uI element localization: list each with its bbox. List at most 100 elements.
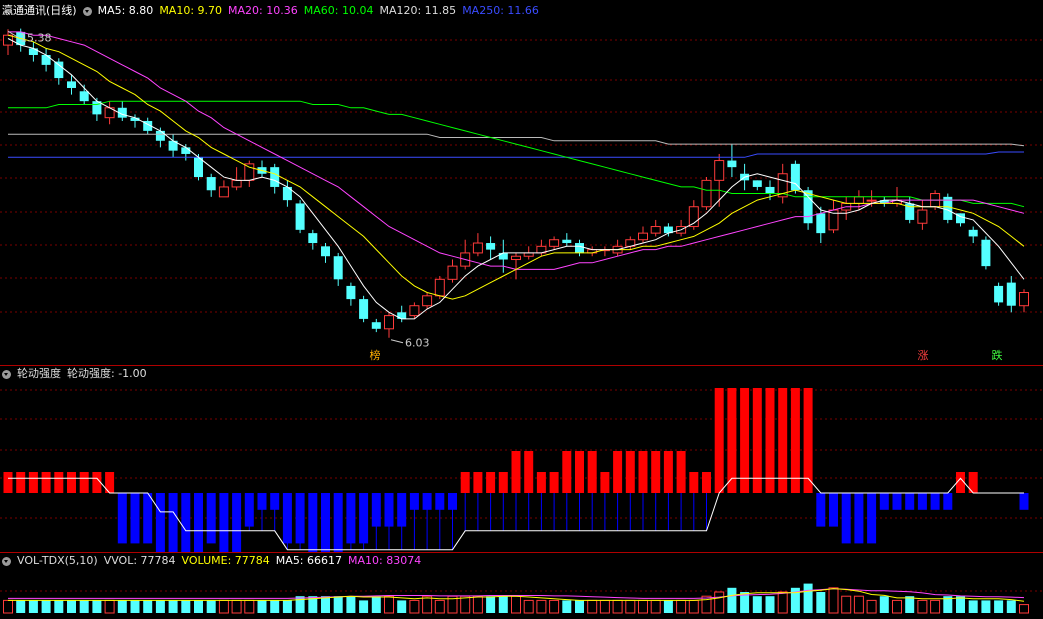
volume-bar-up bbox=[244, 599, 255, 614]
volume-bar-down bbox=[346, 596, 356, 613]
volume-bar-down bbox=[803, 583, 813, 613]
indicator-bar-negative bbox=[892, 493, 902, 510]
candle-up bbox=[422, 295, 433, 307]
collapse-arrow-icon[interactable] bbox=[2, 556, 11, 566]
indicator-bar-positive bbox=[575, 451, 584, 493]
volume-bar-up bbox=[422, 595, 433, 614]
volume-bar-up bbox=[409, 599, 420, 614]
candle-up bbox=[650, 226, 661, 234]
volume-bar-down bbox=[67, 600, 76, 613]
indicator-bar-positive bbox=[663, 451, 673, 493]
indicator-bar-positive bbox=[740, 388, 750, 493]
indicator-bar-positive bbox=[778, 388, 788, 493]
volume-bar-down bbox=[371, 596, 381, 613]
indicator-bar-negative bbox=[1019, 493, 1029, 510]
volume-bar-down bbox=[752, 596, 762, 613]
ma60-label: MA60: 10.04 bbox=[303, 4, 374, 17]
volume-bar-up bbox=[930, 599, 941, 614]
indicator-bar-positive bbox=[536, 472, 546, 493]
indicator-bar-positive bbox=[587, 451, 597, 493]
volume-bar-up bbox=[231, 599, 242, 614]
volume-bar-down bbox=[359, 600, 369, 613]
rise-tag[interactable]: 涨 bbox=[916, 349, 930, 363]
ma20-line bbox=[8, 31, 1025, 270]
collapse-arrow-icon[interactable] bbox=[2, 369, 11, 379]
volume-bar-up bbox=[104, 599, 115, 614]
ma10-label: MA10: 9.70 bbox=[159, 4, 223, 17]
volume-panel[interactable]: VOL-TDX(5,10) VVOL: 77784 VOLUME: 77784 … bbox=[0, 552, 1043, 619]
candle-down bbox=[28, 48, 38, 55]
candle-down bbox=[41, 54, 51, 65]
candle-down bbox=[67, 81, 76, 88]
candle-down bbox=[575, 243, 584, 253]
volume-bar-down bbox=[333, 596, 343, 613]
candle-up bbox=[853, 196, 864, 204]
volume-bar-up bbox=[650, 599, 661, 614]
ma250-label: MA250: 11.66 bbox=[462, 4, 539, 17]
indicator-bar-positive bbox=[803, 388, 813, 493]
volume-bar-down bbox=[575, 600, 584, 613]
candle-up bbox=[511, 255, 521, 261]
volume-bar-up bbox=[536, 599, 547, 614]
volume-bar-down bbox=[194, 600, 203, 613]
indicator-bar-positive bbox=[638, 451, 648, 493]
indicator-panel[interactable]: 轮动强度 轮动强度: -1.00 bbox=[0, 365, 1043, 553]
candle-down bbox=[371, 322, 381, 329]
volume-bar-down bbox=[28, 600, 38, 613]
ma250-line bbox=[8, 151, 1024, 158]
candle-down bbox=[1006, 282, 1016, 306]
rank-tag[interactable]: 榜 bbox=[368, 349, 382, 363]
volume-bar-up bbox=[523, 599, 534, 614]
candle-up bbox=[701, 179, 712, 208]
candle-down bbox=[994, 285, 1004, 303]
candle-up bbox=[523, 252, 534, 257]
volume-bar-up bbox=[1019, 604, 1029, 614]
vvol-label: VVOL: 77784 bbox=[103, 554, 176, 567]
candle-up bbox=[714, 160, 725, 181]
volume-bar-up bbox=[866, 599, 877, 614]
indicator-bar-negative bbox=[143, 493, 153, 544]
stock-name: 瀛通通讯(日线) bbox=[2, 4, 77, 17]
price-legend: 瀛通通讯(日线) MA5: 8.80 MA10: 9.70 MA20: 10.3… bbox=[2, 4, 545, 18]
volume-bar-down bbox=[181, 600, 191, 613]
volume-bar-down bbox=[562, 600, 572, 613]
volume-bar-up bbox=[612, 599, 623, 614]
candle-down bbox=[981, 239, 991, 267]
volume-bar-up bbox=[3, 599, 13, 614]
ma120-label: MA120: 11.85 bbox=[379, 4, 457, 17]
collapse-arrow-icon[interactable] bbox=[82, 6, 92, 16]
indicator-bar-negative bbox=[943, 493, 953, 510]
ma5-label: MA5: 8.80 bbox=[97, 4, 154, 17]
candle-down bbox=[270, 167, 280, 187]
price-chart[interactable]: 15.38 6.03 bbox=[0, 0, 1043, 365]
indicator-bar-positive bbox=[473, 472, 483, 493]
candle-up bbox=[434, 278, 445, 297]
volume-bar-up bbox=[638, 599, 648, 614]
volume-bar-up bbox=[828, 587, 839, 614]
indicator-chart[interactable] bbox=[0, 366, 1043, 553]
volume-bar-down bbox=[295, 596, 305, 613]
volume-legend: VOL-TDX(5,10) VVOL: 77784 VOLUME: 77784 … bbox=[2, 554, 427, 568]
candle-down bbox=[79, 91, 89, 102]
candle-down bbox=[333, 256, 343, 280]
price-panel[interactable]: 15.38 6.03 瀛通通讯(日线) MA5: 8.80 MA10: 9.70 … bbox=[0, 0, 1043, 365]
candle-down bbox=[359, 299, 369, 319]
low-price-label: 6.03 bbox=[405, 337, 430, 350]
volume-bar-up bbox=[892, 599, 902, 614]
indicator-bar-negative bbox=[879, 493, 889, 510]
volume-bar-up bbox=[853, 595, 864, 614]
volume-bar-down bbox=[816, 592, 826, 613]
indicator-bar-negative bbox=[930, 493, 940, 510]
indicator-name: 轮动强度 bbox=[17, 367, 61, 380]
volume-bar-up bbox=[688, 599, 699, 614]
indicator-bar-positive bbox=[613, 451, 623, 493]
vol-ma5-label: MA5: 66617 bbox=[275, 554, 343, 567]
volume-bar-down bbox=[321, 596, 330, 613]
fall-tag[interactable]: 跌 bbox=[990, 349, 1004, 363]
candle-up bbox=[549, 239, 560, 247]
volume-bar-down bbox=[486, 596, 496, 613]
indicator-bar-negative bbox=[867, 493, 877, 544]
candle-down bbox=[765, 186, 775, 194]
volume-bar-down bbox=[257, 600, 267, 613]
indicator-bar-positive bbox=[651, 451, 661, 493]
